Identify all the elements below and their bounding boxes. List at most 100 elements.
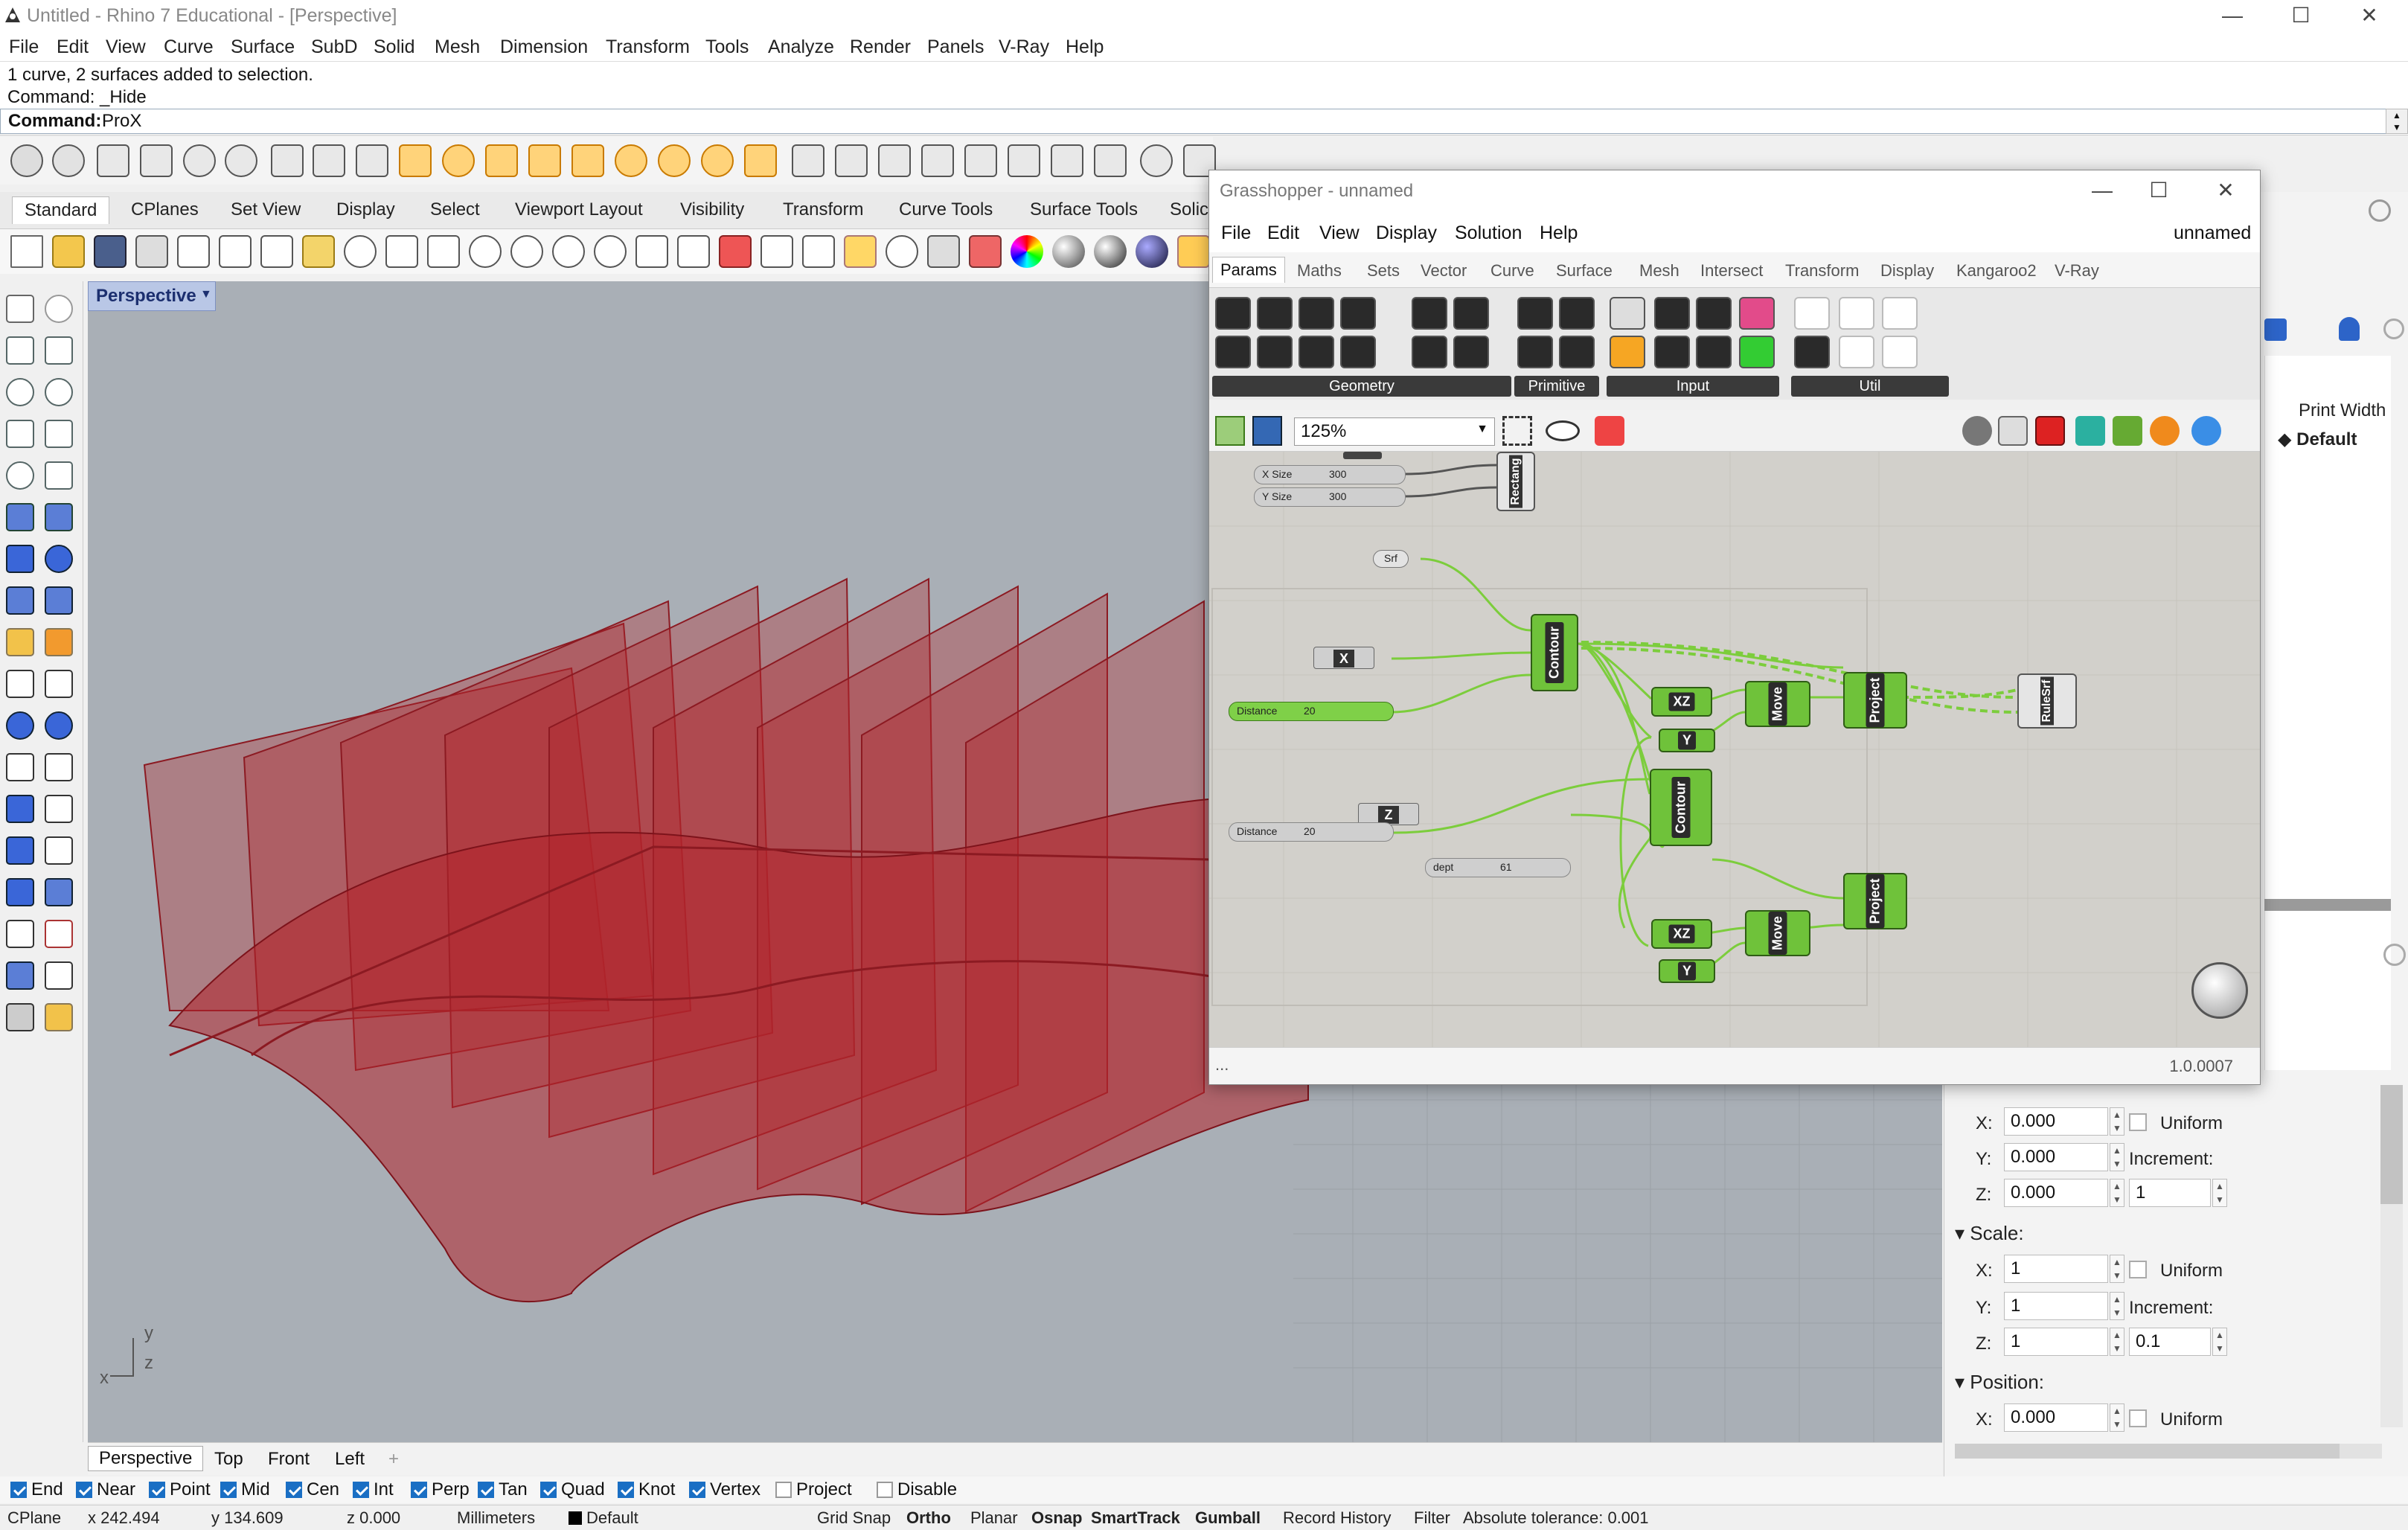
lock-icon[interactable] (927, 235, 960, 268)
gh-component-xz-1[interactable]: XZ (1651, 687, 1712, 717)
osnap-perp[interactable]: Perp (411, 1479, 470, 1500)
tab-front[interactable]: Front (268, 1449, 310, 1470)
position-x-spinner[interactable]: ▲ ▼ (2110, 1403, 2124, 1432)
shaded-sphere-icon[interactable] (1052, 235, 1085, 268)
gh-param-point-icon[interactable] (1340, 336, 1376, 368)
distance-icon[interactable] (802, 235, 835, 268)
rotate-icon[interactable] (6, 753, 34, 781)
close-button[interactable]: ✕ (2340, 1, 2399, 30)
enmesh-icon[interactable] (1094, 144, 1127, 177)
tab-select[interactable]: Select (430, 199, 480, 220)
gh-unit-x[interactable]: X (1313, 647, 1374, 669)
open-folder-icon[interactable] (52, 235, 85, 268)
zoom-icon[interactable] (469, 235, 502, 268)
tab-surface-tools[interactable]: Surface Tools (1030, 199, 1138, 220)
scale-y-spinner[interactable]: ▲ ▼ (2110, 1292, 2124, 1320)
osnap-int[interactable]: Int (353, 1479, 394, 1500)
ies-light-icon[interactable] (528, 144, 561, 177)
text-icon[interactable] (6, 795, 34, 823)
gh-param-vector-icon[interactable] (1215, 336, 1251, 368)
tab-left[interactable]: Left (335, 1449, 365, 1470)
gh-component-rectangle[interactable]: Rectang (1496, 452, 1535, 511)
rotation-x-spinner[interactable]: ▲ ▼ (2110, 1107, 2124, 1136)
osnap-checkbox[interactable] (10, 1482, 27, 1498)
scale-x-input[interactable]: 1 (2004, 1255, 2108, 1283)
rendered-view-icon[interactable] (1136, 235, 1168, 268)
gh-component-rulesrf[interactable]: RuleSrf (2017, 673, 2077, 729)
rotation-z-spinner[interactable]: ▲ ▼ (2110, 1179, 2124, 1207)
scatter-icon[interactable] (1051, 144, 1083, 177)
fur-icon[interactable] (921, 144, 954, 177)
minimize-button[interactable]: — (2203, 1, 2262, 30)
gh-save-icon[interactable] (1252, 416, 1282, 446)
osnap-quad[interactable]: Quad (540, 1479, 605, 1500)
light-bulb-icon[interactable] (886, 235, 918, 268)
gh-menu-help[interactable]: Help (1540, 223, 1578, 244)
gh-input-toggle-icon[interactable] (1654, 297, 1690, 330)
gh-component-move-2[interactable]: Move (1745, 910, 1810, 956)
osnap-checkbox[interactable] (76, 1482, 92, 1498)
join-icon[interactable] (45, 670, 73, 698)
osnap-disable[interactable]: Disable (877, 1479, 957, 1500)
status-gumball[interactable]: Gumball (1195, 1508, 1261, 1528)
group-icon[interactable] (6, 711, 34, 740)
car-icon[interactable] (719, 235, 752, 268)
point-grid-icon[interactable] (6, 920, 34, 948)
infinite-plane-icon[interactable] (792, 144, 824, 177)
rotation-y-input[interactable]: 0.000 (2004, 1143, 2108, 1171)
save-icon[interactable] (94, 235, 127, 268)
tab-cplanes[interactable]: CPlanes (131, 199, 199, 220)
osnap-checkbox[interactable] (411, 1482, 427, 1498)
gh-tab-intersect[interactable]: Intersect (1700, 261, 1763, 281)
tab-top[interactable]: Top (214, 1449, 243, 1470)
gh-close-button[interactable]: ✕ (2196, 176, 2255, 205)
undo-icon[interactable] (344, 235, 377, 268)
arc-icon[interactable] (6, 420, 34, 448)
menu-file[interactable]: File (9, 36, 39, 58)
osnap-end[interactable]: End (10, 1479, 63, 1500)
settings-icon[interactable] (356, 144, 388, 177)
gh-param-arc-icon[interactable] (1299, 336, 1334, 368)
menu-curve[interactable]: Curve (164, 36, 214, 58)
status-units[interactable]: Millimeters (457, 1508, 535, 1528)
osnap-checkbox[interactable] (149, 1482, 165, 1498)
scale-increment-input[interactable]: 0.1 (2129, 1328, 2211, 1356)
osnap-checkbox[interactable] (775, 1482, 792, 1498)
curve-icon[interactable] (45, 336, 73, 365)
gh-tab-transform[interactable]: Transform (1785, 261, 1859, 281)
gh-sketch-icon[interactable] (1595, 416, 1624, 446)
omni-light-icon[interactable] (571, 144, 604, 177)
menu-vray[interactable]: V-Ray (999, 36, 1049, 58)
gh-param-brep-icon[interactable] (1340, 297, 1376, 330)
solid-tools-icon[interactable] (6, 878, 34, 906)
gh-display-icon[interactable] (2191, 416, 2221, 446)
gh-slider-distance-1[interactable]: Distance 20 (1229, 702, 1394, 721)
gh-tab-params[interactable]: Params (1212, 257, 1285, 283)
zoom-selected-icon[interactable] (594, 235, 627, 268)
print-icon[interactable] (135, 235, 168, 268)
menu-subd[interactable]: SubD (311, 36, 358, 58)
menu-render[interactable]: Render (850, 36, 911, 58)
osnap-checkbox[interactable] (286, 1482, 302, 1498)
viewport-menu-arrow-icon[interactable]: ▼ (200, 288, 212, 301)
gh-util-jitter-icon[interactable] (1882, 297, 1918, 330)
gh-menu-file[interactable]: File (1221, 223, 1251, 244)
status-smarttrack[interactable]: SmartTrack (1091, 1508, 1180, 1528)
tab-perspective[interactable]: Perspective (88, 1446, 204, 1471)
osnap-mid[interactable]: Mid (220, 1479, 270, 1500)
zoom-extents-icon[interactable] (552, 235, 585, 268)
explode-icon[interactable] (6, 628, 34, 656)
move-icon[interactable] (45, 836, 73, 865)
gh-util-flask-icon[interactable] (1882, 336, 1918, 368)
rotation-x-input[interactable]: 0.000 (2004, 1107, 2108, 1136)
teapot-icon[interactable] (97, 144, 129, 177)
polygon-icon[interactable] (6, 461, 34, 490)
gh-param-surface-icon[interactable] (1412, 336, 1447, 368)
color-wheel-icon[interactable] (1011, 235, 1043, 268)
menu-surface[interactable]: Surface (231, 36, 295, 58)
gh-component-project-2[interactable]: Project (1843, 873, 1907, 929)
gh-param-box-icon[interactable] (1215, 297, 1251, 330)
gh-slider-dept[interactable]: dept 61 (1425, 858, 1571, 877)
layer-icon[interactable] (969, 235, 1002, 268)
gh-tab-curve[interactable]: Curve (1490, 261, 1534, 281)
